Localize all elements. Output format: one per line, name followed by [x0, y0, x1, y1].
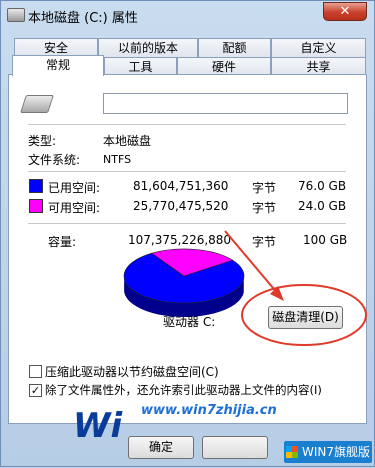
disk-cleanup-button[interactable]: 磁盘清理(D): [268, 306, 343, 329]
tab-previous-versions[interactable]: 以前的版本: [98, 38, 198, 57]
free-space-label: 可用空间:: [48, 201, 101, 215]
watermark-logo: WIN7旗舰版: [284, 441, 372, 463]
used-space-swatch: [29, 179, 43, 193]
used-space-label: 已用空间:: [48, 181, 101, 195]
tab-customize[interactable]: 自定义: [271, 38, 366, 57]
pie-svg: [123, 248, 245, 317]
index-label: 除了文件属性外，还允许索引此驱动器上文件的内容(I): [45, 383, 322, 397]
watermark-brand: Wi: [73, 406, 123, 446]
used-space-size: 76.0 GB: [298, 179, 347, 193]
ok-button[interactable]: 确定: [128, 436, 194, 459]
volume-name-input[interactable]: [103, 93, 348, 114]
capacity-label: 容量:: [48, 235, 77, 249]
drive-icon: [7, 8, 25, 22]
type-label: 类型:: [28, 134, 57, 148]
drive-letter-label: 驱动器 C:: [163, 315, 216, 329]
title-bar[interactable]: 本地磁盘 (C:) 属性 ✕: [1, 1, 374, 31]
index-checkbox[interactable]: ✓: [29, 384, 42, 397]
free-space-bytes: 25,770,475,520: [133, 199, 229, 213]
tab-quota[interactable]: 配额: [198, 38, 271, 57]
compress-label: 压缩此驱动器以节约磁盘空间(C): [45, 365, 219, 379]
capacity-bytes: 107,375,226,880: [128, 233, 232, 247]
watermark-url: www.win7zhijia.cn: [141, 403, 277, 418]
properties-window: 本地磁盘 (C:) 属性 ✕ 安全 以前的版本 配额 自定义 常规 工具 硬件 …: [0, 0, 375, 467]
used-space-unit: 字节: [252, 181, 277, 195]
capacity-unit: 字节: [252, 235, 277, 249]
filesystem-label: 文件系统:: [28, 153, 81, 167]
type-value: 本地磁盘: [103, 134, 152, 148]
hard-drive-icon: [20, 95, 54, 113]
free-space-swatch: [29, 199, 43, 213]
watermark-logo-text: WIN7旗舰版: [301, 445, 371, 459]
filesystem-value: NTFS: [103, 153, 132, 166]
free-space-size: 24.0 GB: [298, 199, 347, 213]
capacity-size: 100 GB: [303, 233, 348, 247]
divider: [28, 124, 346, 125]
compress-checkbox[interactable]: [29, 365, 42, 378]
used-space-bytes: 81,604,751,360: [133, 179, 229, 193]
windows-flag-icon: [285, 446, 298, 458]
divider: [28, 223, 346, 224]
free-space-unit: 字节: [252, 201, 277, 215]
tab-general[interactable]: 常规: [12, 55, 104, 76]
window-title: 本地磁盘 (C:) 属性: [28, 11, 138, 26]
close-button[interactable]: ✕: [323, 2, 367, 21]
divider: [28, 171, 346, 172]
cancel-button[interactable]: [202, 436, 268, 459]
